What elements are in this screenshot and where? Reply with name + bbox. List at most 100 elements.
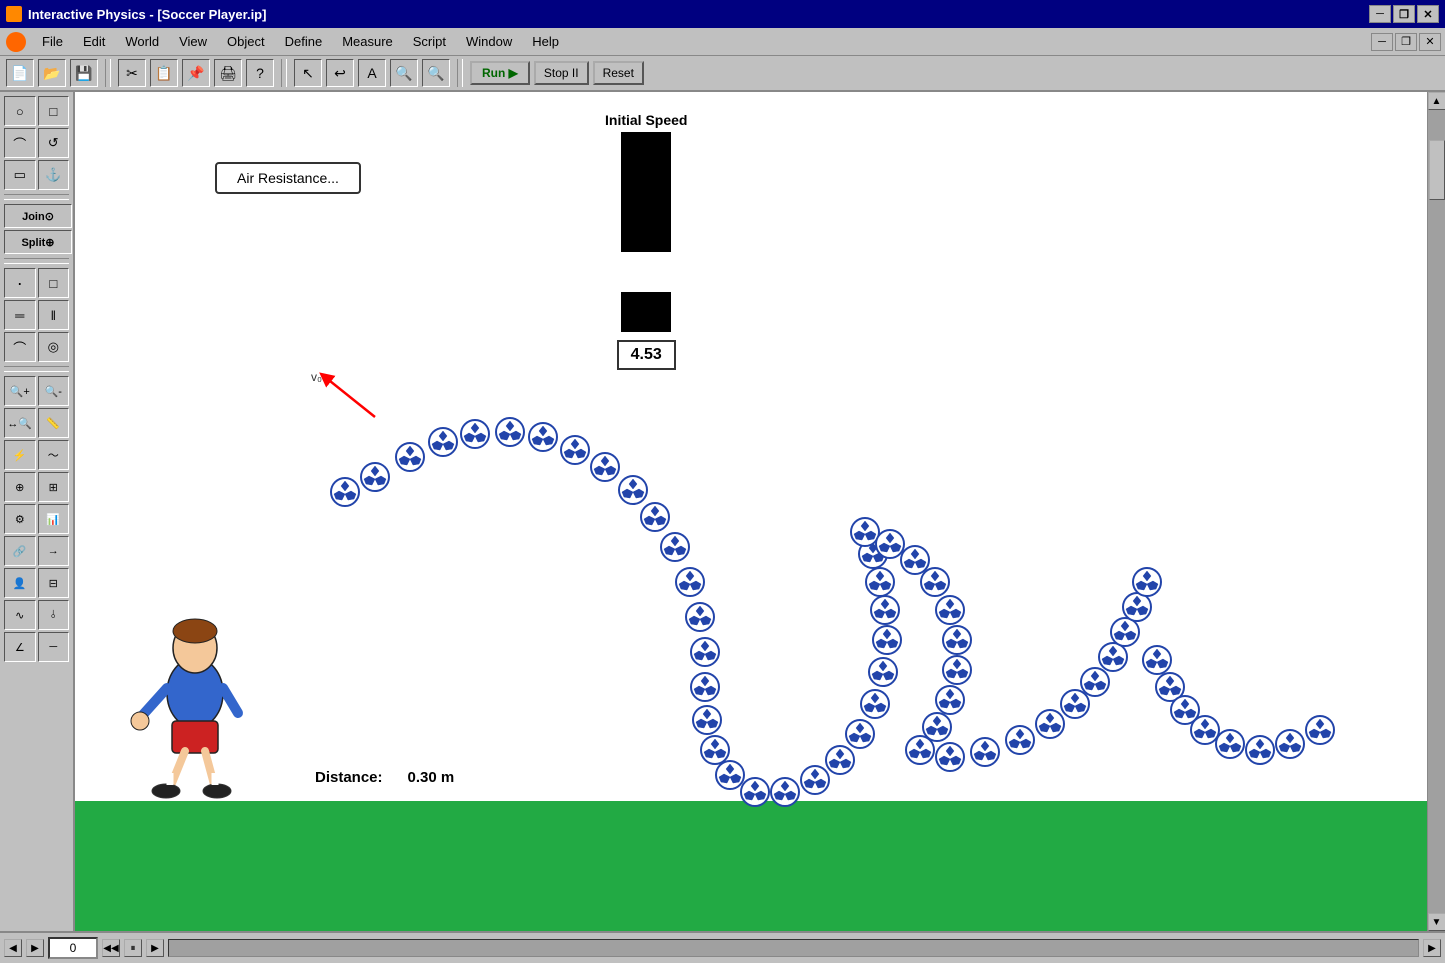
soccer-ball <box>859 688 891 720</box>
rotate-tool[interactable]: ↺ <box>38 128 70 158</box>
stop-button[interactable]: Stop II <box>534 61 589 85</box>
lt-row-13: 👤 ⊟ <box>4 568 69 598</box>
soccer-ball <box>1004 724 1036 756</box>
run-button[interactable]: Run ▶ <box>470 61 530 85</box>
scroll-track[interactable] <box>1428 110 1445 913</box>
soccer-ball <box>689 636 721 668</box>
wave-tool[interactable]: 〜 <box>38 440 70 470</box>
bottom-scroll-track[interactable] <box>168 939 1419 957</box>
speed-bar[interactable] <box>621 132 671 332</box>
menu-close-btn[interactable]: ✕ <box>1419 33 1441 51</box>
bottom-prev-arrow[interactable]: ◀◀ <box>102 939 120 957</box>
circle-tool[interactable]: ○ <box>4 96 36 126</box>
bottom-scroll-right[interactable]: ▶ <box>1423 939 1441 957</box>
pan-tool[interactable]: ↔🔍 <box>4 408 36 438</box>
copy-button[interactable]: 📋 <box>150 59 178 87</box>
soccer-ball <box>459 418 491 450</box>
zoom-out-button[interactable]: 🔍 <box>422 59 450 87</box>
soccer-ball <box>934 741 966 773</box>
link-tool[interactable]: 🔗 <box>4 536 36 566</box>
toolbar-sep3 <box>457 59 463 87</box>
zoom-out-tool[interactable]: 🔍- <box>38 376 70 406</box>
undo-button[interactable]: ↩ <box>326 59 354 87</box>
v0-label: v₀ <box>311 370 322 384</box>
menu-restore-btn[interactable]: ❐ <box>1395 33 1417 51</box>
menu-file[interactable]: File <box>32 31 73 52</box>
arrow-tool[interactable]: → <box>38 536 70 566</box>
frame-counter[interactable]: 0 <box>48 937 98 959</box>
table-tool[interactable]: ⊟ <box>38 568 70 598</box>
soccer-ball <box>867 656 899 688</box>
lt-row-7: 🔍+ 🔍- <box>4 376 69 406</box>
hline-tool[interactable]: ═ <box>4 300 36 330</box>
zoom-in-button[interactable]: 🔍 <box>390 59 418 87</box>
menu-minimize-btn[interactable]: ─ <box>1371 33 1393 51</box>
lt-row-15: ∠ ─ <box>4 632 69 662</box>
select-button[interactable]: ↖ <box>294 59 322 87</box>
rect-tool[interactable]: □ <box>38 96 70 126</box>
rect2-tool[interactable]: ▭ <box>4 160 36 190</box>
join-button[interactable]: Join⊙ <box>4 204 72 228</box>
coord2-tool[interactable]: ⊞ <box>38 472 70 502</box>
menu-define[interactable]: Define <box>275 31 333 52</box>
bottom-right-arrow[interactable]: ▶ <box>26 939 44 957</box>
lt-row-12: 🔗 → <box>4 536 69 566</box>
soccer-ball <box>559 434 591 466</box>
bottom-next-arrow[interactable]: ▶ <box>146 939 164 957</box>
close-button[interactable]: ✕ <box>1417 5 1439 23</box>
menu-help[interactable]: Help <box>522 31 569 52</box>
print-button[interactable]: 🖨 <box>214 59 242 87</box>
split-button[interactable]: Split⊕ <box>4 230 72 254</box>
soccer-ball <box>1304 714 1336 746</box>
bottom-left-arrow[interactable]: ◀ <box>4 939 22 957</box>
menu-edit[interactable]: Edit <box>73 31 115 52</box>
force-tool[interactable]: ⚡ <box>4 440 36 470</box>
lt-sep2 <box>4 258 69 264</box>
coord-tool[interactable]: ⊕ <box>4 472 36 502</box>
bottom-bar: ◀ ▶ 0 ◀◀ ⏸ ▶ ▶ <box>0 931 1445 963</box>
gear-tool[interactable]: ⚙ <box>4 504 36 534</box>
vline-tool[interactable]: ‖ <box>38 300 70 330</box>
angle-tool[interactable]: ∠ <box>4 632 36 662</box>
measure-tool[interactable]: 📏 <box>38 408 70 438</box>
scroll-down-arrow[interactable]: ▼ <box>1428 913 1445 931</box>
reset-button[interactable]: Reset <box>593 61 644 85</box>
open-button[interactable]: 📂 <box>38 59 66 87</box>
menu-window[interactable]: Window <box>456 31 522 52</box>
air-resistance-button[interactable]: Air Resistance... <box>215 162 361 194</box>
soccer-ball <box>427 426 459 458</box>
menu-object[interactable]: Object <box>217 31 275 52</box>
soccer-ball <box>359 461 391 493</box>
menu-script[interactable]: Script <box>403 31 456 52</box>
paste-button[interactable]: 📌 <box>182 59 210 87</box>
hbar-tool[interactable]: ─ <box>38 632 70 662</box>
curve-tool[interactable]: ⌒ <box>4 128 36 158</box>
plot-tool[interactable]: ∿ <box>4 600 36 630</box>
minimize-button[interactable]: ─ <box>1369 5 1391 23</box>
scroll-up-arrow[interactable]: ▲ <box>1428 92 1445 110</box>
meter-tool[interactable]: ⫰ <box>38 600 70 630</box>
save-button[interactable]: 💾 <box>70 59 98 87</box>
help-button[interactable]: ? <box>246 59 274 87</box>
scroll-thumb[interactable] <box>1429 140 1445 200</box>
new-button[interactable]: 📄 <box>6 59 34 87</box>
menu-world[interactable]: World <box>115 31 169 52</box>
restore-button[interactable]: ❐ <box>1393 5 1415 23</box>
text-button[interactable]: A <box>358 59 386 87</box>
soccer-ball <box>871 624 903 656</box>
arc-tool[interactable]: ⌒ <box>4 332 36 362</box>
small-rect-tool[interactable]: □ <box>38 268 70 298</box>
ground <box>75 801 1427 931</box>
person-tool[interactable]: 👤 <box>4 568 36 598</box>
bottom-pause-arrow[interactable]: ⏸ <box>124 939 142 957</box>
anchor-tool[interactable]: ⚓ <box>38 160 70 190</box>
menu-view[interactable]: View <box>169 31 217 52</box>
soccer-ball <box>689 671 721 703</box>
circle2-tool[interactable]: ◎ <box>38 332 70 362</box>
cut-button[interactable]: ✂ <box>118 59 146 87</box>
soccer-ball <box>1244 734 1276 766</box>
chart-tool[interactable]: 📊 <box>38 504 70 534</box>
zoom-region-tool[interactable]: 🔍+ <box>4 376 36 406</box>
menu-measure[interactable]: Measure <box>332 31 403 52</box>
point-tool[interactable]: · <box>4 268 36 298</box>
